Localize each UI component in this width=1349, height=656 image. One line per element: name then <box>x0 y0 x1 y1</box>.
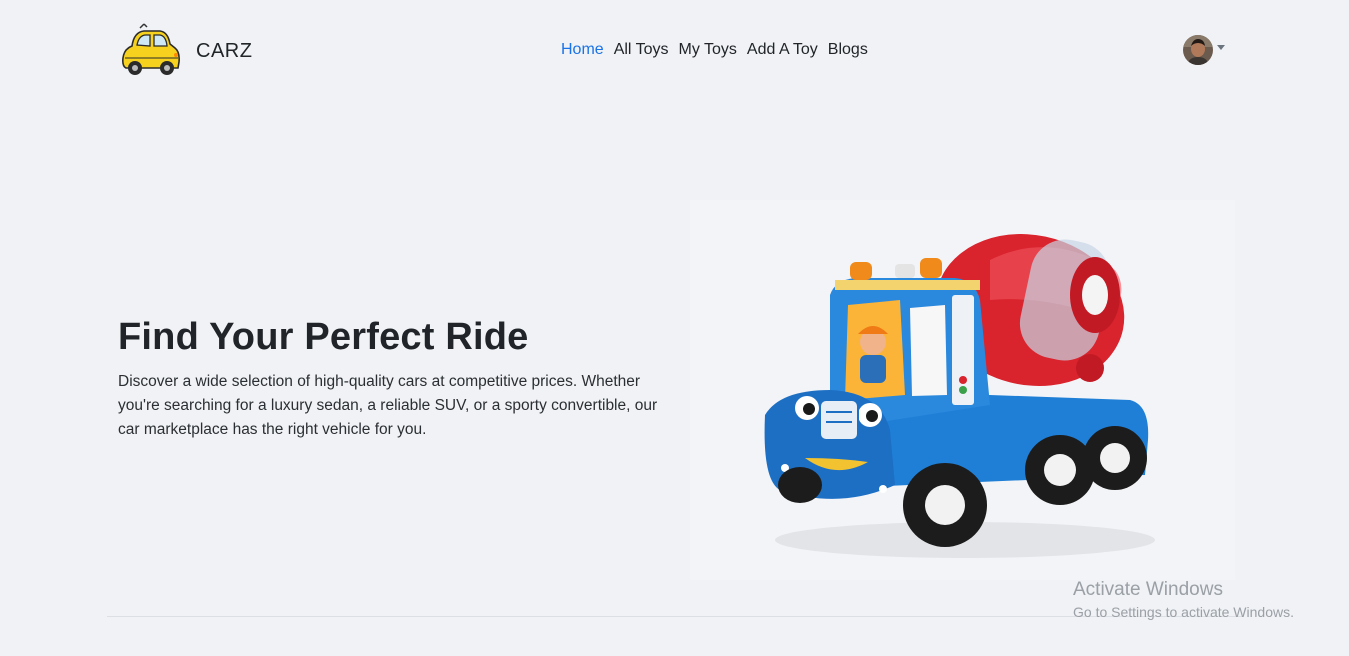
hero-description: Discover a wide selection of high-qualit… <box>118 373 658 438</box>
nav-menu: Home All Toys My Toys Add A Toy Blogs <box>561 40 868 60</box>
nav-link-all-toys[interactable]: All Toys <box>614 41 669 58</box>
profile-dropdown[interactable] <box>1183 35 1225 65</box>
watermark-subtitle: Go to Settings to activate Windows. <box>1073 604 1294 620</box>
nav-link-my-toys[interactable]: My Toys <box>679 41 737 58</box>
yellow-car-logo-icon <box>122 23 180 75</box>
caret-down-icon[interactable] <box>1217 44 1225 50</box>
windows-activation-watermark: Activate Windows Go to Settings to activ… <box>1073 579 1294 622</box>
brand-name: CARZ <box>196 39 253 62</box>
section-divider <box>107 616 1242 617</box>
nav-item-add-a-toy: Add A Toy <box>747 40 818 60</box>
nav-item-my-toys: My Toys <box>679 40 737 60</box>
hero-title: Find Your Perfect Ride <box>118 316 529 358</box>
hero-text: Find Your Perfect Ride Discover a wide s… <box>118 314 678 442</box>
nav-link-add-a-toy[interactable]: Add A Toy <box>747 41 818 58</box>
watermark-title: Activate Windows <box>1073 579 1223 600</box>
nav-item-blogs: Blogs <box>828 40 868 60</box>
hero-image <box>690 200 1235 580</box>
user-avatar-icon[interactable] <box>1183 35 1213 65</box>
nav-link-home[interactable]: Home <box>561 41 604 58</box>
toy-cement-mixer-truck-image <box>764 234 1155 558</box>
nav-item-home: Home <box>561 40 604 60</box>
navbar: CARZ Home All Toys My Toys Add A Toy Blo… <box>0 0 1349 100</box>
nav-item-all-toys: All Toys <box>614 40 669 60</box>
nav-link-blogs[interactable]: Blogs <box>828 41 868 58</box>
brand-link[interactable]: CARZ <box>120 22 252 80</box>
